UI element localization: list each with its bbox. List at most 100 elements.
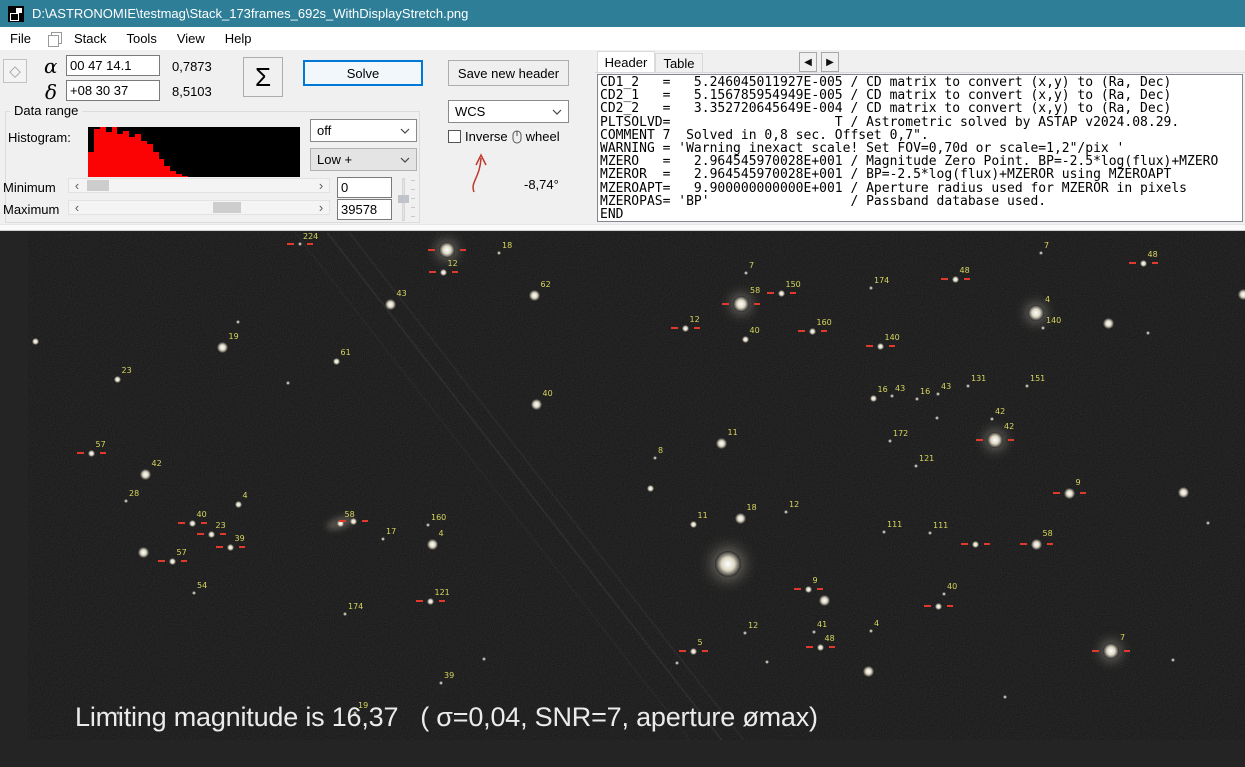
header-prev-button[interactable]: ◀ [799, 52, 817, 72]
star-annotation-label: 57 [95, 439, 106, 449]
fine-adjust-slider[interactable] [397, 176, 415, 223]
ra-input[interactable] [66, 55, 160, 76]
star [207, 530, 215, 538]
detection-marker [865, 345, 873, 347]
star-annotation-label: 11 [697, 510, 708, 520]
detection-marker [976, 439, 983, 441]
star-annotation-label: 12 [447, 258, 458, 268]
detection-marker [923, 605, 931, 607]
wcs-selected-value: WCS [455, 104, 486, 119]
diamond-button[interactable]: ◇ [3, 59, 27, 83]
star [951, 275, 959, 283]
star [439, 242, 455, 258]
noise-texture [28, 232, 1245, 740]
tab-strip-line [595, 72, 1245, 73]
star-annotation-label: 151 [1030, 374, 1046, 383]
star [1003, 695, 1007, 699]
tab-table[interactable]: Table [655, 53, 703, 73]
minimum-scroll-thumb[interactable] [87, 180, 109, 191]
maximum-scrollbar[interactable]: ‹ › [68, 200, 330, 215]
detection-marker [940, 278, 948, 280]
star [936, 392, 940, 396]
detection-marker [789, 292, 796, 294]
rotation-value: -8,74° [524, 177, 559, 192]
scroll-left-icon[interactable]: ‹ [69, 178, 85, 193]
stretch-select[interactable]: Low + [310, 148, 417, 171]
minimum-scrollbar[interactable]: ‹ › [68, 178, 330, 193]
star-annotation-label: 48 [1147, 249, 1158, 259]
minimum-label: Minimum [3, 180, 56, 195]
scroll-right-icon[interactable]: › [313, 200, 329, 215]
fits-header-text: CD1_2 = 5.246045011927E-005 / CD matrix … [600, 75, 1219, 222]
star-annotation-label: 4 [1045, 295, 1051, 304]
star [733, 296, 749, 312]
star [804, 585, 812, 593]
maximum-scroll-track[interactable] [85, 201, 313, 214]
image-viewer: 18 224 12 43 62 19 61 23 57 42 40 58 150 7 12 40 160 140 1… [0, 231, 1245, 767]
star [869, 394, 877, 402]
menu-item-file[interactable]: File [0, 28, 41, 49]
star [1039, 251, 1043, 255]
star [332, 357, 340, 365]
star [934, 602, 942, 610]
star [882, 530, 886, 534]
inverse-wheel-checkbox[interactable] [448, 130, 461, 143]
maximum-value-input[interactable] [337, 199, 392, 220]
star [1177, 486, 1189, 498]
star [646, 484, 654, 492]
scroll-left-icon[interactable]: ‹ [69, 200, 85, 215]
fits-header-memo[interactable]: CD1_2 = 5.246045011927E-005 / CD matrix … [597, 74, 1243, 222]
star [744, 271, 748, 275]
detection-marker [797, 330, 805, 332]
star [482, 657, 486, 661]
star [990, 417, 994, 421]
star-annotation-label: 12 [789, 500, 800, 509]
star [286, 381, 290, 385]
star [971, 540, 979, 548]
star-annotation-label: 48 [959, 265, 970, 275]
menu-item-tools[interactable]: Tools [116, 28, 166, 49]
star [168, 557, 176, 565]
detection-marker [1092, 650, 1099, 652]
star-annotation-label: 48 [824, 633, 835, 643]
star [1025, 384, 1029, 388]
star [812, 630, 816, 634]
detection-marker [177, 522, 185, 524]
sigma-button[interactable]: Σ [243, 57, 283, 97]
data-range-group-label: Data range [10, 103, 83, 118]
detection-marker [215, 546, 223, 548]
star-annotation-label: 23 [121, 365, 132, 375]
star [689, 520, 697, 528]
star [890, 394, 894, 398]
star-annotation-label: 9 [1075, 477, 1081, 487]
star [1063, 487, 1075, 499]
menu-item-stack[interactable]: Stack [64, 28, 117, 49]
scroll-right-icon[interactable]: › [313, 178, 329, 193]
minimum-value-input[interactable] [337, 177, 392, 198]
minimum-scroll-track[interactable] [85, 179, 313, 192]
menu-item-view[interactable]: View [167, 28, 215, 49]
solve-button[interactable]: Solve [303, 60, 423, 86]
star [31, 337, 39, 345]
star [530, 398, 542, 410]
detection-marker [428, 249, 435, 251]
star [942, 592, 946, 596]
star-annotation-label: 9 [812, 575, 818, 585]
dec-input[interactable] [66, 80, 160, 101]
menu-item-help[interactable]: Help [215, 28, 262, 49]
save-new-header-button[interactable]: Save new header [448, 60, 569, 86]
star-annotation-label: 39 [234, 533, 245, 543]
maximum-scroll-thumb[interactable] [213, 202, 241, 213]
star-field-image[interactable]: 18 224 12 43 62 19 61 23 57 42 40 58 150 7 12 40 160 140 1… [28, 232, 1245, 740]
slider-thumb[interactable] [398, 195, 409, 203]
toolbar: ◇ α 0,7873 δ 8,5103 Σ Solve Save new hea… [0, 50, 1245, 224]
app-icon [8, 5, 24, 22]
tab-header[interactable]: Header [597, 51, 655, 73]
histogram-mode-select[interactable]: off [310, 119, 417, 142]
wcs-select[interactable]: WCS [448, 100, 569, 123]
mouse-icon [512, 130, 522, 143]
detection-marker [238, 546, 245, 548]
star-annotation-label: 16 [920, 387, 931, 396]
header-next-button[interactable]: ▶ [821, 52, 839, 72]
detection-marker [793, 588, 801, 590]
